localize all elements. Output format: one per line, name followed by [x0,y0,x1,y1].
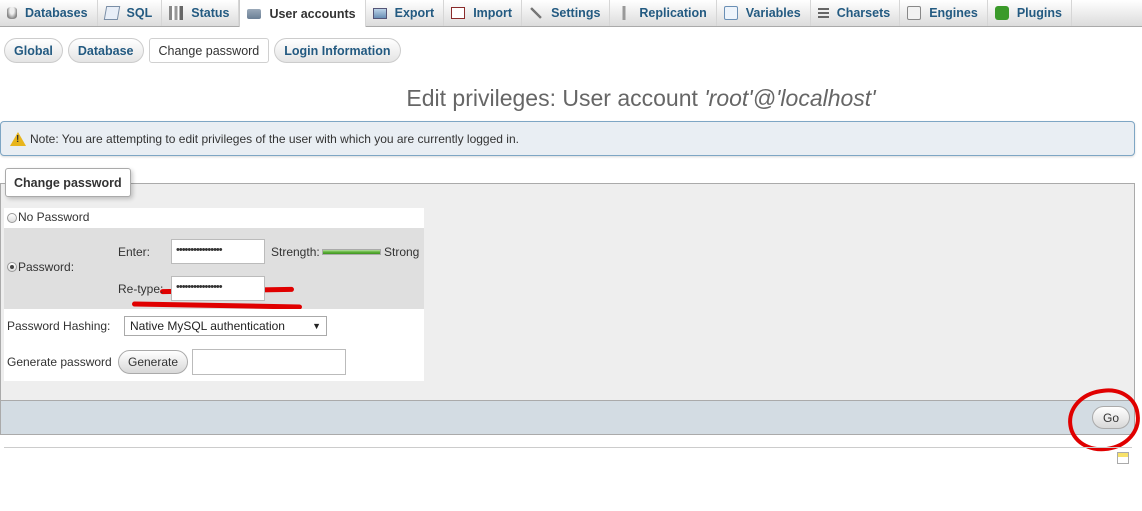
tab-replication[interactable]: Replication [610,0,717,26]
notice-text: Note: You are attempting to edit privile… [30,131,519,146]
password-enter-input[interactable]: •••••••••••••••• [171,239,265,264]
subtab-change-password[interactable]: Change password [148,38,270,63]
divider [4,447,1132,448]
tab-label: Settings [551,6,601,20]
tab-charsets[interactable]: Charsets [811,0,901,26]
tab-settings[interactable]: Settings [522,0,611,26]
generated-password-input[interactable] [192,349,346,375]
page-title-account: 'root'@'localhost' [704,85,876,112]
subtab-database[interactable]: Database [67,38,144,63]
plugins-icon [994,6,1009,20]
password-form: No Password Password: Enter: •••••••••••… [4,208,424,381]
notice-box: Note: You are attempting to edit privile… [0,121,1135,156]
generate-label: Generate password [7,355,112,369]
top-navigation: Databases SQL Status User accounts Expor… [0,0,1142,27]
hashing-row: Password Hashing: Native MySQL authentic… [4,309,424,343]
password-retype-input[interactable]: •••••••••••••••• [171,276,265,301]
sql-icon [103,6,120,20]
variables-icon [723,6,738,20]
hashing-selected-value: Native MySQL authentication [130,319,285,333]
subtab-login-information[interactable]: Login Information [274,38,401,63]
enter-label: Enter: [118,245,151,259]
form-footer [0,400,1135,435]
no-password-label[interactable]: No Password [18,210,89,224]
charsets-icon [817,8,829,18]
password-radio[interactable] [7,262,17,272]
export-icon [372,7,387,19]
status-icon [169,6,184,20]
users-icon [247,8,262,19]
password-row: Password: Enter: •••••••••••••••• Streng… [4,228,424,309]
tab-label: Import [473,6,513,20]
dropdown-arrow-icon: ▼ [312,321,321,331]
no-password-row: No Password [4,208,424,228]
tab-label: Plugins [1016,6,1062,20]
strength-meter [322,249,381,255]
fieldset-legend: Change password [5,168,131,197]
password-label[interactable]: Password: [18,260,74,274]
warning-icon [10,131,26,146]
hashing-select[interactable]: Native MySQL authentication ▼ [124,316,327,336]
generate-row: Generate password Generate [4,343,424,381]
no-password-radio[interactable] [7,213,17,223]
tab-databases[interactable]: Databases [0,0,98,26]
tab-label: Status [191,6,230,20]
tab-status[interactable]: Status [162,0,240,26]
subtabs: Global Database Change password Login In… [4,38,401,63]
tab-label: Variables [745,6,801,20]
wrench-icon [526,3,546,23]
tab-label: Export [394,6,435,20]
retype-label: Re-type: [118,282,164,296]
tab-user-accounts[interactable]: User accounts [239,0,366,27]
subtab-global[interactable]: Global [4,38,63,63]
tab-label: User accounts [269,6,356,21]
hashing-label: Password Hashing: [7,319,111,333]
generate-button[interactable]: Generate [118,350,189,374]
tab-plugins[interactable]: Plugins [988,0,1072,26]
tab-import[interactable]: Import [444,0,523,26]
import-icon [451,7,466,19]
page-title-prefix: Edit privileges: User account [406,85,705,112]
tab-engines[interactable]: Engines [900,0,988,26]
database-icon [7,7,17,19]
replication-icon [617,6,632,20]
engines-icon [907,6,922,20]
tab-label: SQL [126,6,153,20]
strength-label: Strength: [271,245,320,259]
tab-variables[interactable]: Variables [717,0,811,26]
tab-label: Replication [639,6,707,20]
console-icon[interactable] [1117,452,1129,464]
tab-export[interactable]: Export [366,0,445,26]
tab-sql[interactable]: SQL [98,0,163,26]
page-title: Edit privileges: User account 'root'@'lo… [0,85,1142,112]
tab-label: Databases [25,6,88,20]
tab-label: Engines [929,6,978,20]
strength-value: Strong [384,245,420,259]
tab-label: Charsets [836,6,891,20]
